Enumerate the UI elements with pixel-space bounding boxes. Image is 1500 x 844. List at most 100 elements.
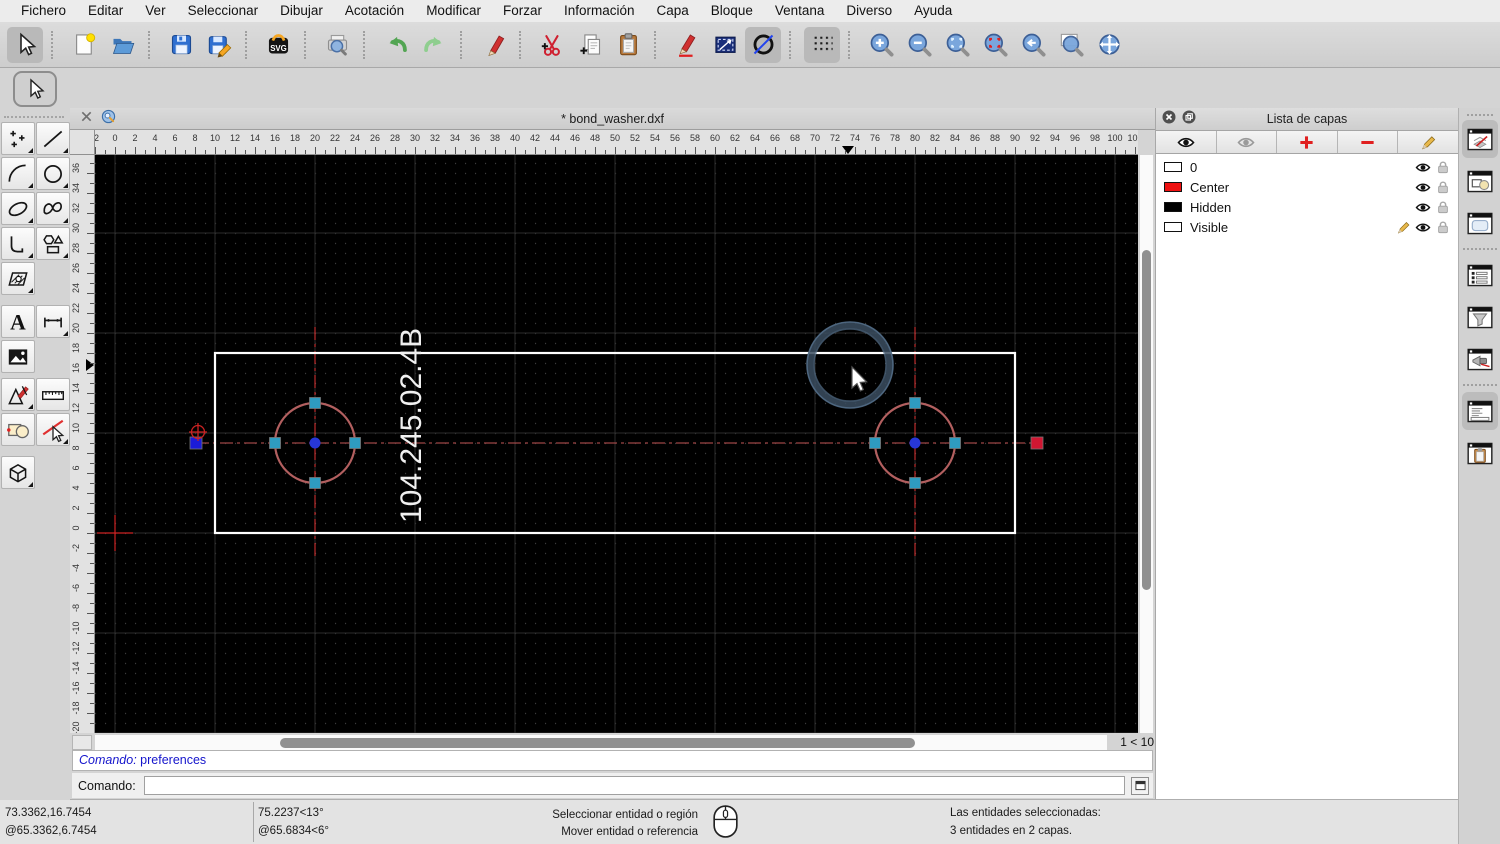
menu-ver[interactable]: Ver: [134, 0, 176, 22]
menu-informacion[interactable]: Información: [553, 0, 646, 22]
layer-lock-icon[interactable]: [1433, 160, 1453, 174]
layer-row-1[interactable]: Center: [1156, 177, 1458, 197]
filter-dock-button[interactable]: [1462, 298, 1498, 336]
modify-tool-button[interactable]: [1, 378, 35, 411]
horizontal-scrollbar[interactable]: [95, 735, 1107, 750]
paste-button[interactable]: [610, 27, 646, 63]
menu-editar[interactable]: Editar: [77, 0, 134, 22]
hide-all-layers-button[interactable]: [1217, 131, 1278, 153]
entity-handle[interactable]: [269, 437, 281, 449]
select-entity-tool-button[interactable]: [36, 413, 70, 446]
part-number-label[interactable]: 104.245.02.4B: [395, 328, 428, 523]
layer-panel-float-icon[interactable]: [1182, 110, 1196, 129]
dock-handle[interactable]: [1466, 114, 1493, 116]
points-tool-button[interactable]: [1, 122, 35, 155]
menu-fichero[interactable]: Fichero: [10, 0, 77, 22]
zoom-redraw-button[interactable]: [977, 27, 1013, 63]
zoom-in-button[interactable]: [863, 27, 899, 63]
menu-ayuda[interactable]: Ayuda: [903, 0, 963, 22]
entity-handle[interactable]: [309, 477, 321, 489]
circle-tool-button[interactable]: [36, 157, 70, 190]
entity-handle[interactable]: [349, 437, 361, 449]
menu-modificar[interactable]: Modificar: [415, 0, 492, 22]
inspector-dock-button[interactable]: [1462, 340, 1498, 378]
entity-handle[interactable]: [869, 437, 881, 449]
zoom-window-button[interactable]: [1053, 27, 1089, 63]
cut-button[interactable]: [534, 27, 570, 63]
vertical-scrollbar-thumb[interactable]: [1142, 250, 1151, 590]
edit-layer-button[interactable]: [1398, 131, 1458, 153]
select-tool-button[interactable]: [13, 71, 57, 107]
menu-diverso[interactable]: Diverso: [835, 0, 903, 22]
solid-3d-tool-button[interactable]: [1, 456, 35, 489]
menu-seleccionar[interactable]: Seleccionar: [177, 0, 270, 22]
select-window-button[interactable]: [707, 27, 743, 63]
polygon-tool-button[interactable]: [36, 227, 70, 260]
layer-panel-close-icon[interactable]: [1162, 110, 1176, 129]
menu-forzar[interactable]: Forzar: [492, 0, 553, 22]
save-as-button[interactable]: [201, 27, 237, 63]
horizontal-scrollbar-thumb[interactable]: [280, 737, 915, 748]
redo-button[interactable]: [416, 27, 452, 63]
entity-handle[interactable]: [309, 397, 321, 409]
entity-handle[interactable]: [949, 437, 961, 449]
drawing-canvas[interactable]: 104.245.02.4B: [95, 155, 1138, 734]
pan-button[interactable]: [1091, 27, 1127, 63]
zoom-previous-button[interactable]: [1015, 27, 1051, 63]
entity-handle[interactable]: [909, 477, 921, 489]
palette-handle[interactable]: [4, 116, 64, 118]
spline-tool-button[interactable]: [36, 192, 70, 225]
entity-list-dock-button[interactable]: [1462, 256, 1498, 294]
layer-lock-icon[interactable]: [1433, 200, 1453, 214]
polyline-tool-button[interactable]: [1, 227, 35, 260]
menu-dibujar[interactable]: Dibujar: [269, 0, 334, 22]
entity-handle[interactable]: [909, 397, 921, 409]
document-close-icon[interactable]: [80, 110, 93, 128]
save-button[interactable]: [163, 27, 199, 63]
layer-visibility-eye-icon[interactable]: [1413, 161, 1433, 174]
draw-order-button[interactable]: [669, 27, 705, 63]
command-input[interactable]: [143, 776, 1125, 795]
add-layer-button[interactable]: [1277, 131, 1338, 153]
library-browser-dock-button[interactable]: [1462, 204, 1498, 242]
vertical-scrollbar[interactable]: [1140, 155, 1153, 733]
dimension-tool-button[interactable]: [36, 305, 70, 338]
menu-ventana[interactable]: Ventana: [764, 0, 836, 22]
circle-center-handle[interactable]: [309, 437, 321, 449]
layer-visibility-eye-icon[interactable]: [1413, 181, 1433, 194]
open-file-button[interactable]: [104, 27, 140, 63]
draft-mode-button[interactable]: [745, 26, 781, 63]
arc-tool-button[interactable]: [1, 157, 35, 190]
menu-acotacion[interactable]: Acotación: [334, 0, 415, 22]
delete-entity-button[interactable]: [475, 27, 511, 63]
clipboard-dock-button[interactable]: [1462, 434, 1498, 472]
block-list-dock-button[interactable]: [1462, 162, 1498, 200]
command-dock-button[interactable]: [1461, 392, 1498, 430]
print-preview-button[interactable]: [319, 27, 355, 63]
command-dock-button[interactable]: [1131, 776, 1149, 795]
export-svg-button[interactable]: SVG: [260, 27, 296, 63]
layer-visibility-eye-icon[interactable]: [1413, 221, 1433, 234]
block-edit-tool-button[interactable]: [1, 413, 35, 446]
undo-button[interactable]: [378, 27, 414, 63]
menu-bloque[interactable]: Bloque: [700, 0, 764, 22]
new-file-button[interactable]: [66, 27, 102, 63]
measure-tool-button[interactable]: [36, 378, 70, 411]
image-tool-button[interactable]: [1, 340, 35, 373]
zoom-auto-button[interactable]: [939, 27, 975, 63]
hatch-tool-button[interactable]: [1, 262, 35, 295]
copy-button[interactable]: [572, 27, 608, 63]
text-tool-button[interactable]: A: [1, 305, 35, 338]
circle-center-handle[interactable]: [909, 437, 921, 449]
line-tool-button[interactable]: [36, 122, 70, 155]
layer-visibility-eye-icon[interactable]: [1413, 201, 1433, 214]
ellipse-tool-button[interactable]: [1, 192, 35, 225]
entity-handle[interactable]: [1030, 436, 1044, 450]
layer-list-dock-button[interactable]: [1461, 120, 1498, 158]
zoom-out-button[interactable]: [901, 27, 937, 63]
layer-row-2[interactable]: Hidden: [1156, 197, 1458, 217]
select-arrow-button[interactable]: [7, 26, 43, 63]
layer-lock-icon[interactable]: [1433, 180, 1453, 194]
show-all-layers-button[interactable]: [1156, 131, 1217, 153]
grid-toggle-button[interactable]: [804, 26, 840, 63]
